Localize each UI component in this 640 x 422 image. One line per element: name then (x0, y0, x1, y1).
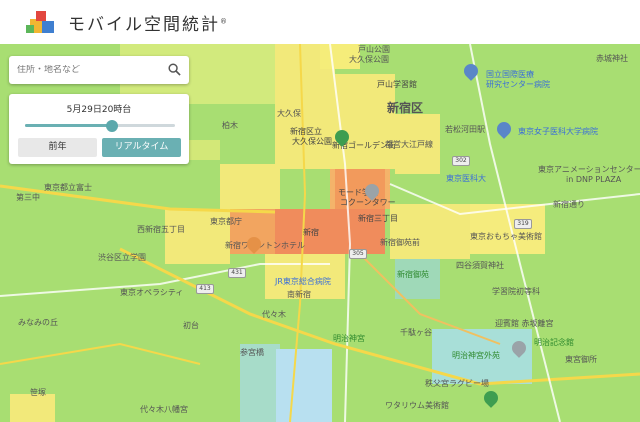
label-shinjuku-sta: 新宿 (303, 228, 319, 237)
label-hatsudai: 初台 (183, 321, 199, 330)
logo-icon (24, 7, 60, 37)
previous-year-button[interactable]: 前年 (18, 138, 97, 157)
label-kenkyu: 研究センター病院 (486, 80, 550, 89)
search-input[interactable] (17, 65, 162, 75)
label-gakushu: 学習院初等科 (492, 287, 540, 296)
label-akasaka: 迎賓館 赤坂離宮 (495, 319, 554, 328)
label-omochaya: 東京おもちゃ美術館 (470, 232, 542, 241)
label-sasazuka: 笹塚 (30, 388, 46, 397)
label-okubo-sports: 大久保公園 (292, 137, 332, 146)
label-minami-shinjuku: 南新宿 (287, 290, 311, 299)
label-dnp: in DNP PLAZA (566, 175, 622, 184)
label-meiji-jingu: 明治神宮 (333, 334, 365, 343)
route-shield-431: 431 (228, 268, 246, 278)
label-shinjuku-kuyaku: 新宿区立 (290, 127, 322, 136)
label-gaien: 明治神宮外苑 (452, 351, 500, 360)
datetime-label: 5月29日20時台 (66, 105, 132, 115)
label-kashiwagi: 柏木 (222, 121, 238, 130)
label-dai3: 第三中 (16, 193, 40, 202)
label-ota: 東京都立富士 (44, 183, 92, 192)
label-shinjuku-gyoenmae: 新宿御苑前 (380, 238, 420, 247)
time-panel: 5月29日20時台 前年 リアルタイム (9, 94, 189, 164)
label-sendagaya: 千駄ヶ谷 (400, 328, 432, 337)
label-ookubo: 大久保 (277, 109, 301, 118)
label-yoyogi-hachiman: 代々木八幡宮 (140, 405, 188, 414)
label-toyama-sub: 戸山学習館 (377, 80, 417, 89)
label-nishishinjuku5: 西新宿五丁目 (137, 225, 185, 234)
label-shinjuku-dori: 新宿通り (553, 200, 585, 209)
label-metro-gov: 東京都庁 (210, 217, 242, 226)
time-slider-track[interactable] (25, 124, 175, 127)
label-jr-east: JR東京総合病院 (275, 277, 331, 286)
label-shinjuku-ku: 新宿区 (387, 101, 424, 115)
label-joshi-idai: 東京女子医科大学病院 (518, 127, 598, 136)
route-shield-302: 302 (452, 156, 470, 166)
route-shield-305: 305 (349, 249, 367, 259)
label-shinjuku-3chome: 新宿三丁目 (358, 214, 398, 223)
label-takeda: 東宮御所 (565, 355, 597, 364)
app-header: モバイル空間統計® (0, 0, 640, 44)
label-kokuritsu: 国立国際医療 (486, 70, 534, 79)
label-watari: ワタリウム美術館 (385, 401, 449, 410)
label-akagi: 赤城神社 (596, 54, 628, 63)
label-cocoon: コクーンタワー (340, 198, 396, 207)
realtime-button[interactable]: リアルタイム (102, 138, 181, 157)
label-anime: 東京アニメーションセンター (538, 165, 640, 174)
label-shinjuku-gyoen: 新宿御苑 (397, 270, 429, 279)
label-yotsuya: 四谷須賀神社 (456, 261, 504, 270)
app-title: モバイル空間統計® (68, 14, 229, 35)
route-shield-413: 413 (196, 284, 214, 294)
label-chichibu: 秩父宮ラグビー場 (425, 379, 489, 388)
label-toyama: 戸山公園 (358, 45, 390, 54)
label-okubo-park: 大久保公園 (349, 55, 389, 64)
search-icon[interactable] (168, 63, 181, 76)
label-shibuya-gakuen: 渋谷区立学園 (98, 253, 146, 262)
search-box (9, 56, 189, 84)
label-tokyo-opera: 東京オペラシティ (120, 288, 184, 297)
label-washington: 新宿ワシントンホテル (225, 241, 305, 250)
label-tokyo-idai: 東京医科大 (446, 174, 486, 183)
label-sangubashi: 参宮橋 (240, 348, 264, 357)
label-minami-no-oka: みなみの丘 (18, 318, 58, 327)
route-shield-319: 319 (514, 219, 532, 229)
time-slider-thumb[interactable] (106, 120, 118, 132)
label-yoyogi: 代々木 (262, 310, 286, 319)
label-toeioedo: 都営大江戸線 (385, 140, 433, 149)
label-meiji: 明治記念館 (534, 338, 574, 347)
label-wakamatsu: 若松河田駅 (445, 125, 485, 134)
time-slider-fill (25, 124, 112, 127)
